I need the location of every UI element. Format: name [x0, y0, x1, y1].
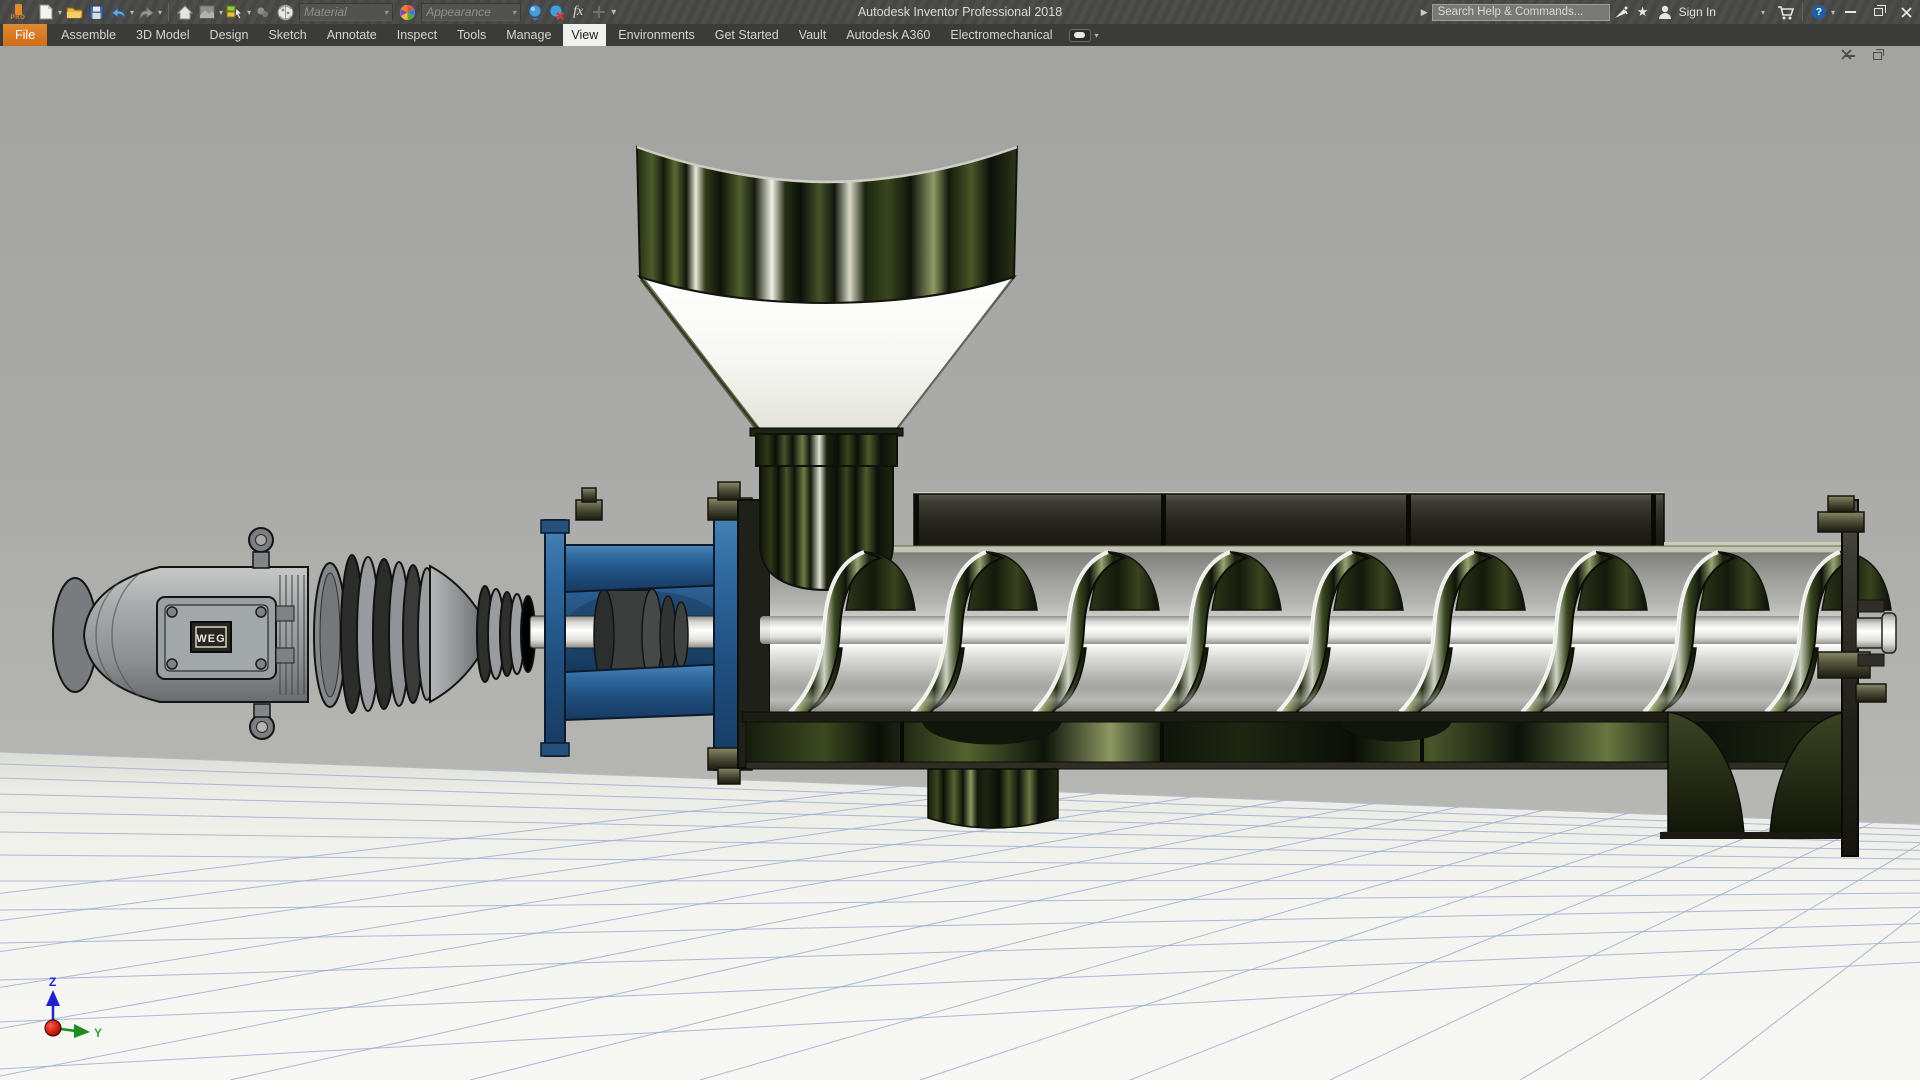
tab-vault[interactable]: Vault: [791, 24, 835, 46]
support-leg-left: [928, 769, 1058, 828]
clear-appearance-icon[interactable]: [547, 2, 567, 22]
titlebar-right-cluster: ▶ ★ Sign In ▾ ? ▾: [1421, 0, 1920, 24]
measure-disabled-icon: [589, 2, 609, 22]
coupling-stack: [341, 555, 535, 713]
appearance-combo[interactable]: Appearance ▾: [421, 3, 521, 21]
axis-y-label: Y: [94, 1026, 102, 1040]
material-combo-value: Material: [304, 5, 347, 19]
toolbar-separator: [168, 3, 169, 21]
material-combo-caret: ▾: [384, 8, 388, 17]
tab-autodesk-a360[interactable]: Autodesk A360: [838, 24, 938, 46]
redo-caret[interactable]: ▾: [158, 8, 162, 17]
close-icon: [1901, 7, 1912, 18]
help-caret[interactable]: ▾: [1831, 8, 1835, 17]
tab-inspect[interactable]: Inspect: [389, 24, 445, 46]
inventor-logo-mark: [15, 4, 22, 15]
tab-3d-model[interactable]: 3D Model: [128, 24, 198, 46]
search-expand-icon[interactable]: ▶: [1421, 7, 1428, 18]
search-input[interactable]: [1432, 4, 1610, 21]
new-document-icon[interactable]: [36, 2, 56, 22]
axis-origin: [45, 1020, 61, 1036]
help-icon[interactable]: ?: [1808, 1, 1830, 23]
material-combo[interactable]: Material ▾: [299, 3, 393, 21]
cart-icon[interactable]: [1775, 1, 1797, 23]
undo-caret[interactable]: ▾: [130, 8, 134, 17]
qat-customize-caret[interactable]: ▾: [611, 7, 616, 18]
inventor-logo[interactable]: PRO: [5, 0, 31, 24]
screw-conveyor-assembly[interactable]: WEG: [53, 147, 1896, 856]
ribbon-tabbar: File Assemble 3D Model Design Sketch Ann…: [0, 24, 1920, 46]
tab-assemble[interactable]: Assemble: [53, 24, 124, 46]
ribbon-toggle-icon: [1069, 29, 1091, 42]
ribbon-toggle-caret: ▾: [1095, 31, 1099, 40]
tab-environments[interactable]: Environments: [610, 24, 702, 46]
color-wheel-icon[interactable]: [397, 2, 417, 22]
doc-restore-icon[interactable]: [1868, 49, 1886, 63]
sign-in-person-icon[interactable]: [1654, 1, 1676, 23]
tab-sketch[interactable]: Sketch: [260, 24, 314, 46]
shaft-end-cap: [1882, 613, 1896, 653]
tab-manage[interactable]: Manage: [498, 24, 559, 46]
titlebar-separator: [1802, 3, 1803, 21]
selection-icon[interactable]: [225, 2, 245, 22]
doc-close-icon[interactable]: [1895, 49, 1913, 63]
tab-get-started[interactable]: Get Started: [707, 24, 787, 46]
quick-access-toolbar: PRO ▾ ▾ ▾ ▾ ▾: [0, 0, 617, 24]
sign-in-caret[interactable]: ▾: [1761, 8, 1765, 17]
minimize-icon: [1845, 11, 1856, 13]
trough-back-wall: [914, 494, 1664, 550]
hopper: [637, 147, 1017, 434]
terminal-box: WEG: [157, 597, 294, 679]
titlebar: PRO ▾ ▾ ▾ ▾ ▾: [0, 0, 1920, 24]
render-caret[interactable]: ▾: [219, 8, 223, 17]
appearance-combo-value: Appearance: [426, 5, 491, 19]
material-globe-icon[interactable]: [275, 2, 295, 22]
appearance-combo-caret: ▾: [512, 8, 516, 17]
document-window-controls: [1841, 49, 1913, 63]
motor-brand-label: WEG: [196, 633, 225, 645]
tab-file[interactable]: File: [3, 24, 47, 46]
inventor-logo-edition: PRO: [11, 15, 26, 21]
open-folder-icon[interactable]: [64, 2, 84, 22]
electric-motor: WEG: [53, 528, 346, 739]
selection-caret[interactable]: ▾: [247, 8, 251, 17]
tab-electromechanical[interactable]: Electromechanical: [942, 24, 1060, 46]
tab-annotate[interactable]: Annotate: [319, 24, 385, 46]
communication-center-icon[interactable]: [1610, 1, 1632, 23]
undo-icon[interactable]: [108, 2, 128, 22]
restore-button[interactable]: [1864, 1, 1892, 23]
tab-design[interactable]: Design: [202, 24, 257, 46]
tab-tools[interactable]: Tools: [449, 24, 494, 46]
minimize-button[interactable]: [1836, 1, 1864, 23]
tab-view[interactable]: View: [563, 24, 606, 46]
favorites-star-icon[interactable]: ★: [1632, 1, 1654, 23]
3d-scene[interactable]: WEG: [0, 46, 1920, 1080]
save-icon[interactable]: [86, 2, 106, 22]
render-icon[interactable]: [197, 2, 217, 22]
ribbon-display-toggle[interactable]: ▾: [1069, 24, 1100, 46]
sign-in-label[interactable]: Sign In: [1679, 5, 1716, 19]
adjust-appearance-icon[interactable]: [525, 2, 545, 22]
axis-z-label: Z: [49, 975, 56, 989]
close-button[interactable]: [1892, 1, 1920, 23]
home-icon[interactable]: [175, 2, 195, 22]
drive-housing: [530, 482, 752, 784]
constraint-icon[interactable]: [253, 2, 273, 22]
new-document-caret[interactable]: ▾: [58, 8, 62, 17]
parameters-fx-icon[interactable]: fx: [573, 4, 583, 20]
model-viewport[interactable]: WEG: [0, 46, 1920, 1080]
redo-icon[interactable]: [136, 2, 156, 22]
restore-icon: [1874, 8, 1883, 16]
